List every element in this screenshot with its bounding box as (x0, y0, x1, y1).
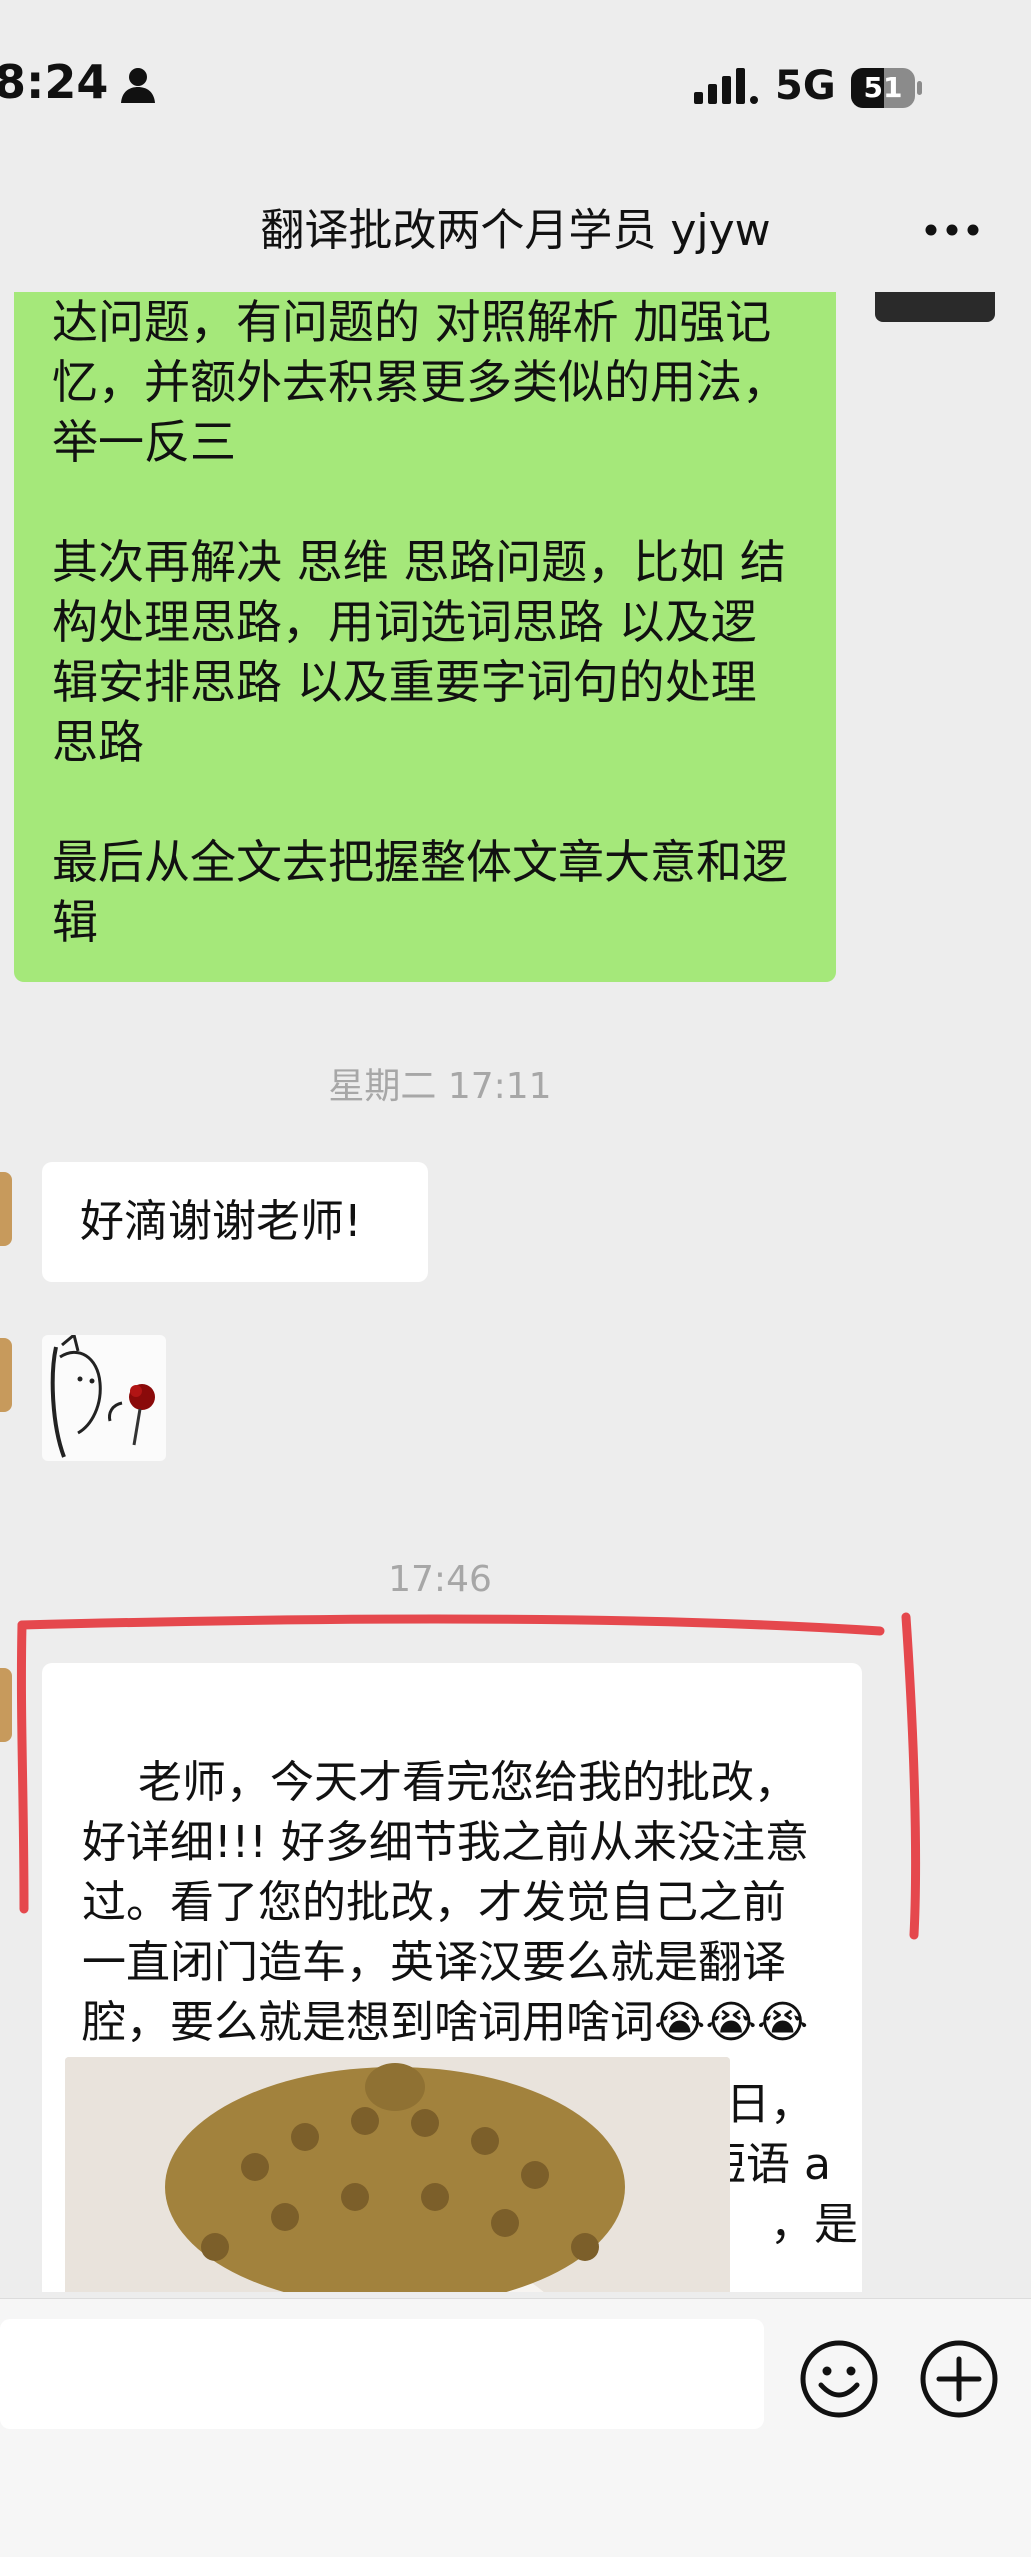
chat-header: 翻译批改两个月学员 yjyw (0, 170, 1031, 292)
sticker-cat-rose[interactable] (42, 1335, 166, 1461)
input-bar (0, 2298, 1031, 2557)
plus-icon[interactable] (919, 2339, 999, 2419)
battery-indicator: 51 (851, 68, 923, 108)
network-type: 5G (775, 63, 836, 109)
message-timestamp: 17:46 (388, 1559, 492, 1600)
contact-avatar[interactable] (0, 1668, 12, 1742)
message-timestamp: 星期二 17:11 (328, 1066, 552, 1107)
message-text: 老师，今天才看完您给我的批改，好详细!!! 好多细节我之前从来没注意过。看了您的… (82, 1757, 809, 2108)
contact-avatar[interactable] (0, 1172, 12, 1246)
chat-title: 翻译批改两个月学员 yjyw (260, 205, 771, 256)
sent-message-bubble[interactable]: 达问题，有问题的 对照解析 加强记忆，并额外去积累更多类似的用法，举一反三 其次… (14, 292, 836, 982)
status-bar: 8:24 5G 51 (0, 0, 1031, 170)
message-text-fragment: 日， (726, 2079, 814, 2130)
signal-icon (694, 68, 758, 104)
sticker-cat-knit-hat[interactable] (65, 2057, 730, 2292)
message-input[interactable] (0, 2319, 764, 2429)
chat-area[interactable]: 达问题，有问题的 对照解析 加强记忆，并额外去积累更多类似的用法，举一反三 其次… (0, 292, 1031, 2292)
person-icon (121, 68, 155, 103)
message-text-fragment: ，是 (770, 2199, 858, 2250)
battery-level: 51 (863, 71, 903, 104)
contact-avatar[interactable] (0, 1338, 12, 1412)
emoji-icon[interactable] (799, 2339, 879, 2419)
received-message-bubble[interactable]: 好滴谢谢老师! (42, 1162, 428, 1282)
own-avatar[interactable] (875, 292, 995, 322)
more-icon[interactable] (917, 205, 987, 255)
status-time: 8:24 (0, 55, 109, 109)
